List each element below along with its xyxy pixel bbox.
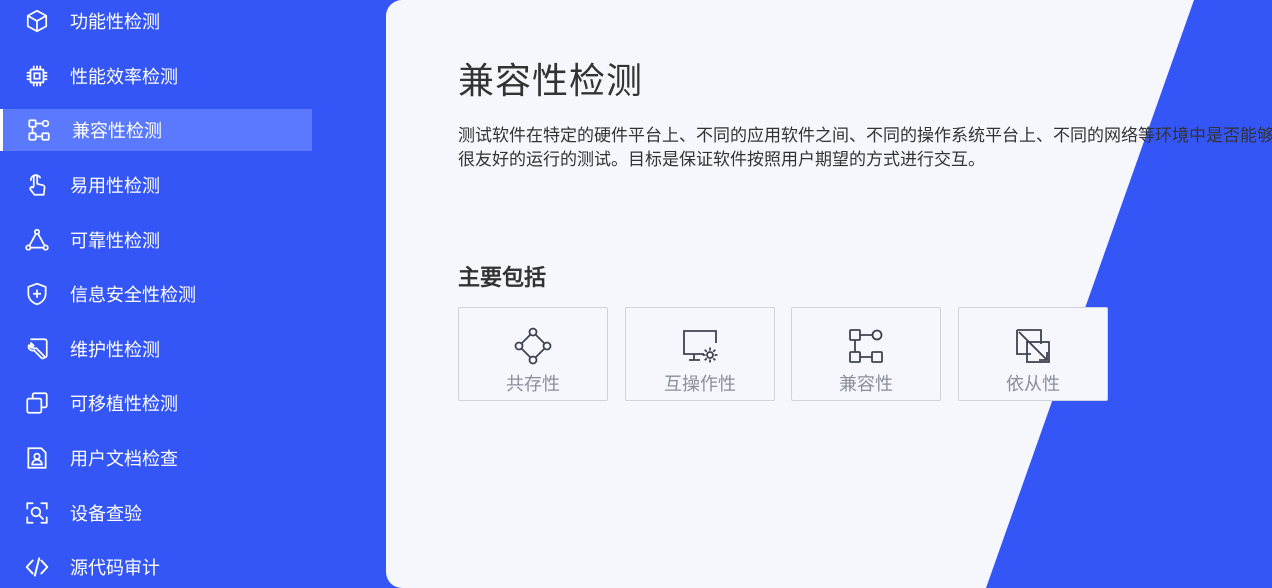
sidebar-item-label: 可移植性检测: [70, 394, 178, 414]
monitor-gear-icon: [680, 326, 720, 366]
copy-icon: [24, 390, 50, 416]
nodes-icon: [846, 326, 886, 366]
card-compliance[interactable]: 依从性: [958, 307, 1108, 401]
sidebar-item-functional[interactable]: 功能性检测: [2, 0, 312, 42]
code-icon: [24, 554, 50, 580]
touch-icon: [24, 172, 50, 198]
card-coexistence[interactable]: 共存性: [458, 307, 608, 401]
sidebar-item-usability[interactable]: 易用性检测: [2, 164, 312, 206]
sidebar-item-label: 性能效率检测: [70, 67, 178, 87]
sidebar-item-label: 信息安全性检测: [70, 285, 196, 305]
sidebar-item-label: 可靠性检测: [70, 231, 160, 251]
content-panel: 兼容性检测 测试软件在特定的硬件平台上、不同的应用软件之间、不同的操作系统平台上…: [386, 0, 1272, 588]
card-label: 共存性: [506, 374, 560, 394]
sidebar-item-label: 设备查验: [70, 504, 142, 524]
page-title: 兼容性检测: [458, 60, 644, 101]
sidebar-item-performance[interactable]: 性能效率检测: [2, 55, 312, 97]
wrench-icon: [24, 336, 50, 362]
cube-icon: [24, 8, 50, 34]
compliance-icon: [1013, 326, 1053, 366]
page-description: 测试软件在特定的硬件平台上、不同的应用软件之间、不同的操作系统平台上、不同的网络…: [458, 126, 1272, 169]
triangle-nodes-icon: [24, 227, 50, 253]
chip-icon: [24, 63, 50, 89]
sidebar-item-label: 功能性检测: [70, 12, 160, 32]
sidebar-item-maintainability[interactable]: 维护性检测: [2, 328, 312, 370]
sidebar: 功能性检测 性能效率检测 兼容性检测 易用性检测 可靠性检测 信息安全性检测 维…: [0, 0, 386, 588]
section-title: 主要包括: [458, 265, 547, 290]
sidebar-item-compatibility[interactable]: 兼容性检测: [0, 109, 312, 151]
sidebar-item-label: 用户文档检查: [70, 449, 178, 469]
scan-search-icon: [24, 500, 50, 526]
sidebar-item-device-inspection[interactable]: 设备查验: [2, 492, 312, 534]
card-label: 兼容性: [839, 374, 893, 394]
card-compatibility[interactable]: 兼容性: [791, 307, 941, 401]
card-interoperability[interactable]: 互操作性: [625, 307, 775, 401]
sidebar-item-label: 源代码审计: [70, 558, 160, 578]
shield-plus-icon: [24, 281, 50, 307]
sidebar-item-label: 易用性检测: [70, 176, 160, 196]
sidebar-item-security[interactable]: 信息安全性检测: [2, 273, 312, 315]
sidebar-item-reliability[interactable]: 可靠性检测: [2, 219, 312, 261]
nodes-icon: [26, 117, 52, 143]
sidebar-item-label: 兼容性检测: [72, 121, 162, 141]
user-document-icon: [24, 445, 50, 471]
coexistence-icon: [513, 326, 553, 366]
card-label: 依从性: [1006, 374, 1060, 394]
sidebar-item-label: 维护性检测: [70, 340, 160, 360]
card-label: 互操作性: [664, 374, 736, 394]
sidebar-item-portability[interactable]: 可移植性检测: [2, 382, 312, 424]
sidebar-item-user-docs[interactable]: 用户文档检查: [2, 437, 312, 479]
sidebar-item-source-audit[interactable]: 源代码审计: [2, 546, 312, 588]
